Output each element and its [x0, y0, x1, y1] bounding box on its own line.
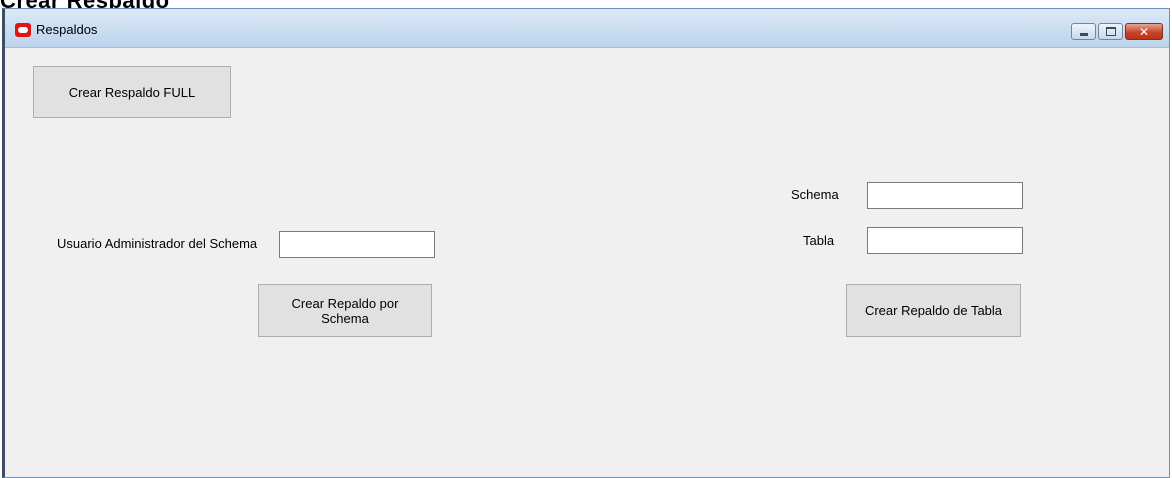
title-bar[interactable]: Respaldos ✕ — [5, 9, 1169, 48]
maximize-icon — [1105, 27, 1116, 36]
respaldos-window: Respaldos ✕ Crear Respaldo FULL Usuario … — [2, 8, 1170, 478]
schema-label: Schema — [791, 187, 839, 202]
create-table-backup-button[interactable]: Crear Repaldo de Tabla — [846, 284, 1021, 337]
window-controls: ✕ — [1069, 23, 1163, 42]
create-schema-backup-button[interactable]: Crear Repaldo por Schema — [258, 284, 432, 337]
schema-admin-user-label: Usuario Administrador del Schema — [57, 236, 258, 251]
close-icon: ✕ — [1138, 24, 1150, 39]
page-heading: Crear Respaldo — [0, 0, 420, 8]
table-label: Tabla — [803, 233, 835, 248]
schema-admin-user-input[interactable] — [279, 231, 435, 258]
close-button[interactable]: ✕ — [1125, 23, 1163, 40]
window-title: Respaldos — [36, 22, 98, 37]
table-input[interactable] — [867, 227, 1023, 254]
schema-input[interactable] — [867, 182, 1023, 209]
minimize-button[interactable] — [1071, 23, 1096, 40]
maximize-button[interactable] — [1098, 23, 1123, 40]
oracle-app-icon — [15, 23, 31, 37]
create-full-backup-button[interactable]: Crear Respaldo FULL — [33, 66, 231, 118]
minimize-icon — [1079, 33, 1088, 36]
